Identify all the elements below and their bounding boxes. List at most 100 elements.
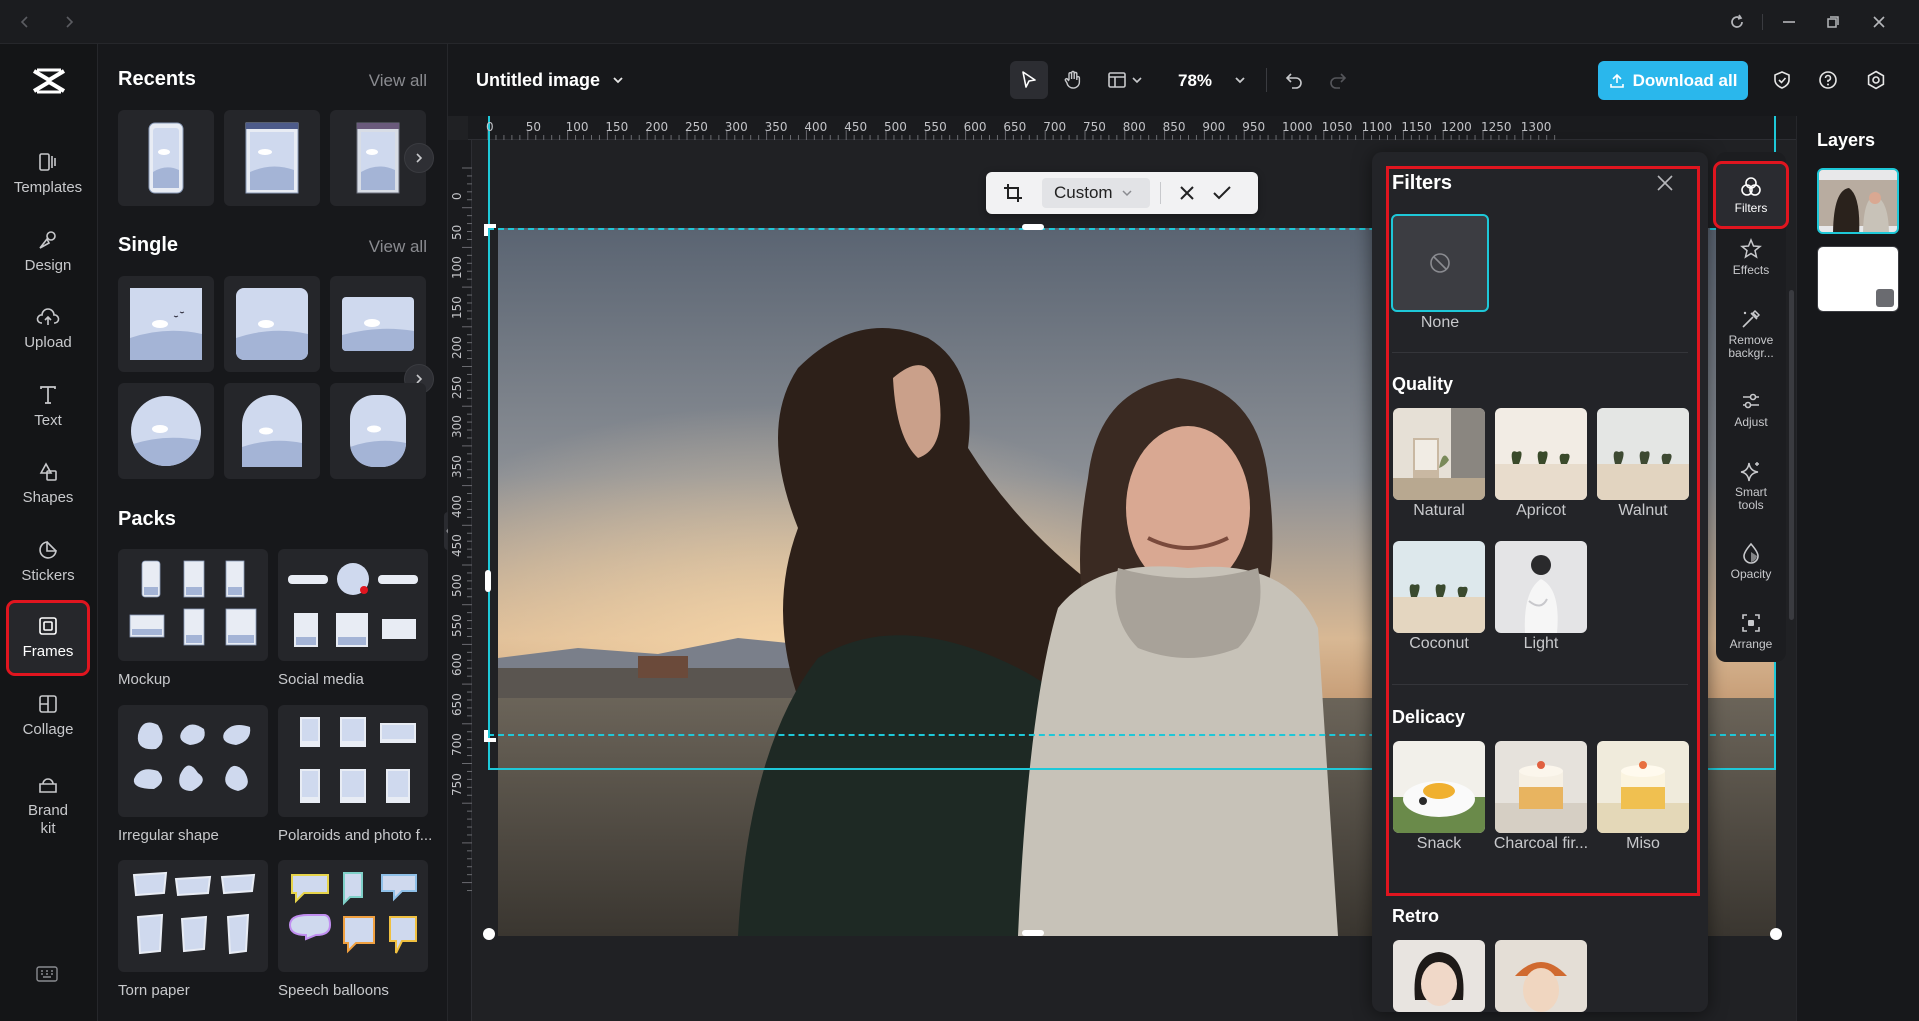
brand-kit-icon: [39, 778, 57, 793]
hand-tool-button[interactable]: [1054, 61, 1092, 99]
crop-handle-top[interactable]: [1022, 224, 1044, 230]
pack-speech-balloons[interactable]: [278, 860, 428, 972]
tool-effects[interactable]: Effects: [1716, 238, 1786, 277]
select-tool-button[interactable]: [1010, 61, 1048, 99]
recents-view-all[interactable]: View all: [369, 71, 427, 91]
pack-mockup[interactable]: [118, 549, 268, 661]
single-view-all[interactable]: View all: [369, 237, 427, 257]
filter-snack[interactable]: [1393, 741, 1485, 833]
single-frame-rounded[interactable]: [224, 276, 320, 372]
layout-tool-button[interactable]: [1102, 61, 1148, 99]
tool-smart-tools[interactable]: Smart tools: [1716, 460, 1786, 512]
selection-handle-bottom-left[interactable]: [483, 928, 495, 940]
filter-retro-1[interactable]: [1393, 940, 1485, 1012]
filters-divider: [1392, 352, 1688, 353]
title-dropdown-icon[interactable]: [606, 68, 630, 92]
ruler-left-label: 100: [450, 256, 464, 280]
crop-cancel-button[interactable]: [1178, 184, 1196, 202]
close-icon[interactable]: [1862, 5, 1896, 39]
zoom-level[interactable]: 78%: [1178, 71, 1212, 91]
hand-icon: [1064, 70, 1081, 89]
undo-button[interactable]: [1278, 64, 1310, 96]
tool-arrange[interactable]: Arrange: [1716, 612, 1786, 651]
nav-frames[interactable]: Frames: [6, 600, 90, 676]
nav-design[interactable]: Design: [9, 217, 87, 287]
shapes-icon: [39, 462, 57, 481]
single-frame-arch[interactable]: [224, 383, 320, 479]
recents-next-button[interactable]: [404, 143, 434, 173]
nav-shapes[interactable]: Shapes: [9, 449, 87, 519]
filter-none[interactable]: [1391, 214, 1489, 312]
filter-retro-2[interactable]: [1495, 940, 1587, 1012]
nav-templates[interactable]: Templates: [9, 139, 87, 209]
ruler-top-label: 250: [685, 120, 708, 134]
redo-button[interactable]: [1322, 64, 1354, 96]
ruler-top-label: 750: [1083, 120, 1106, 134]
ruler-top-label: 700: [1043, 120, 1067, 134]
crop-ratio-select[interactable]: Custom: [1042, 178, 1150, 208]
shield-button[interactable]: [1766, 64, 1798, 96]
forward-icon[interactable]: [52, 5, 86, 39]
background-fill-icon: [1876, 289, 1894, 307]
tool-filters[interactable]: Filters: [1713, 161, 1789, 229]
ruler-top-label: 50: [525, 120, 542, 134]
selection-handle-bottom-right[interactable]: [1770, 928, 1782, 940]
restore-icon[interactable]: [1816, 5, 1850, 39]
single-frame-circle[interactable]: [118, 383, 214, 479]
settings-button[interactable]: [1860, 64, 1892, 96]
single-frame-pill[interactable]: [330, 383, 426, 479]
nav-stickers[interactable]: Stickers: [9, 527, 87, 597]
crop-handle-bottom-left[interactable]: [484, 730, 496, 742]
nav-label: Collage: [22, 721, 74, 738]
filter-natural[interactable]: [1393, 408, 1485, 500]
zoom-dropdown-icon[interactable]: [1228, 68, 1252, 92]
crop-handle-bottom[interactable]: [1022, 930, 1044, 936]
pack-social-media[interactable]: [278, 549, 428, 661]
help-button[interactable]: [1812, 64, 1844, 96]
crop-handle-top-left[interactable]: [484, 224, 496, 236]
filter-apricot[interactable]: [1495, 408, 1587, 500]
crop-icon[interactable]: [1002, 182, 1024, 204]
pack-polaroids[interactable]: [278, 705, 428, 817]
close-icon: [1180, 186, 1194, 200]
crop-confirm-button[interactable]: [1212, 184, 1232, 202]
ruler-left-label: 0: [450, 192, 464, 200]
nav-brand-kit[interactable]: Brand kit: [9, 764, 87, 848]
minimize-icon[interactable]: [1772, 5, 1806, 39]
title-bar: [0, 0, 1919, 44]
refresh-icon[interactable]: [1720, 5, 1754, 39]
none-icon: [1430, 253, 1450, 273]
filter-miso[interactable]: [1597, 741, 1689, 833]
nav-upload[interactable]: Upload: [9, 294, 87, 364]
ruler-top-label: 650: [1003, 120, 1027, 134]
tool-adjust[interactable]: Adjust: [1716, 390, 1786, 429]
back-icon[interactable]: [8, 5, 42, 39]
filter-walnut[interactable]: [1597, 408, 1689, 500]
nav-text[interactable]: Text: [9, 372, 87, 442]
single-frame-square[interactable]: [118, 276, 214, 372]
recent-frame-browser[interactable]: [224, 110, 320, 206]
download-all-button[interactable]: Download all: [1598, 61, 1748, 100]
layer-background[interactable]: [1817, 246, 1899, 312]
pack-irregular-shape[interactable]: [118, 705, 268, 817]
filters-close-button[interactable]: [1656, 174, 1674, 192]
tool-remove-background[interactable]: Remove backgr...: [1716, 308, 1786, 360]
packs-title: Packs: [118, 508, 176, 530]
filter-light[interactable]: [1495, 541, 1587, 633]
nav-label: Frames: [22, 643, 74, 660]
canvas-scrollbar[interactable]: [1789, 290, 1794, 620]
single-frame-wide[interactable]: [330, 276, 426, 372]
pack-torn-paper[interactable]: [118, 860, 268, 972]
filter-label-light: Light: [1523, 635, 1559, 652]
tool-opacity[interactable]: Opacity: [1716, 542, 1786, 581]
recent-frame-phone[interactable]: [118, 110, 214, 206]
keyboard-shortcuts-icon[interactable]: [36, 966, 58, 982]
layer-photo[interactable]: [1817, 168, 1899, 234]
filter-coconut[interactable]: [1393, 541, 1485, 633]
document-title[interactable]: Untitled image: [476, 70, 600, 91]
capcut-logo: [31, 66, 67, 96]
crop-handle-left[interactable]: [485, 570, 491, 592]
filter-charcoal-fir[interactable]: [1495, 741, 1587, 833]
ruler-left-label: 700: [450, 732, 464, 756]
nav-collage[interactable]: Collage: [9, 681, 87, 751]
